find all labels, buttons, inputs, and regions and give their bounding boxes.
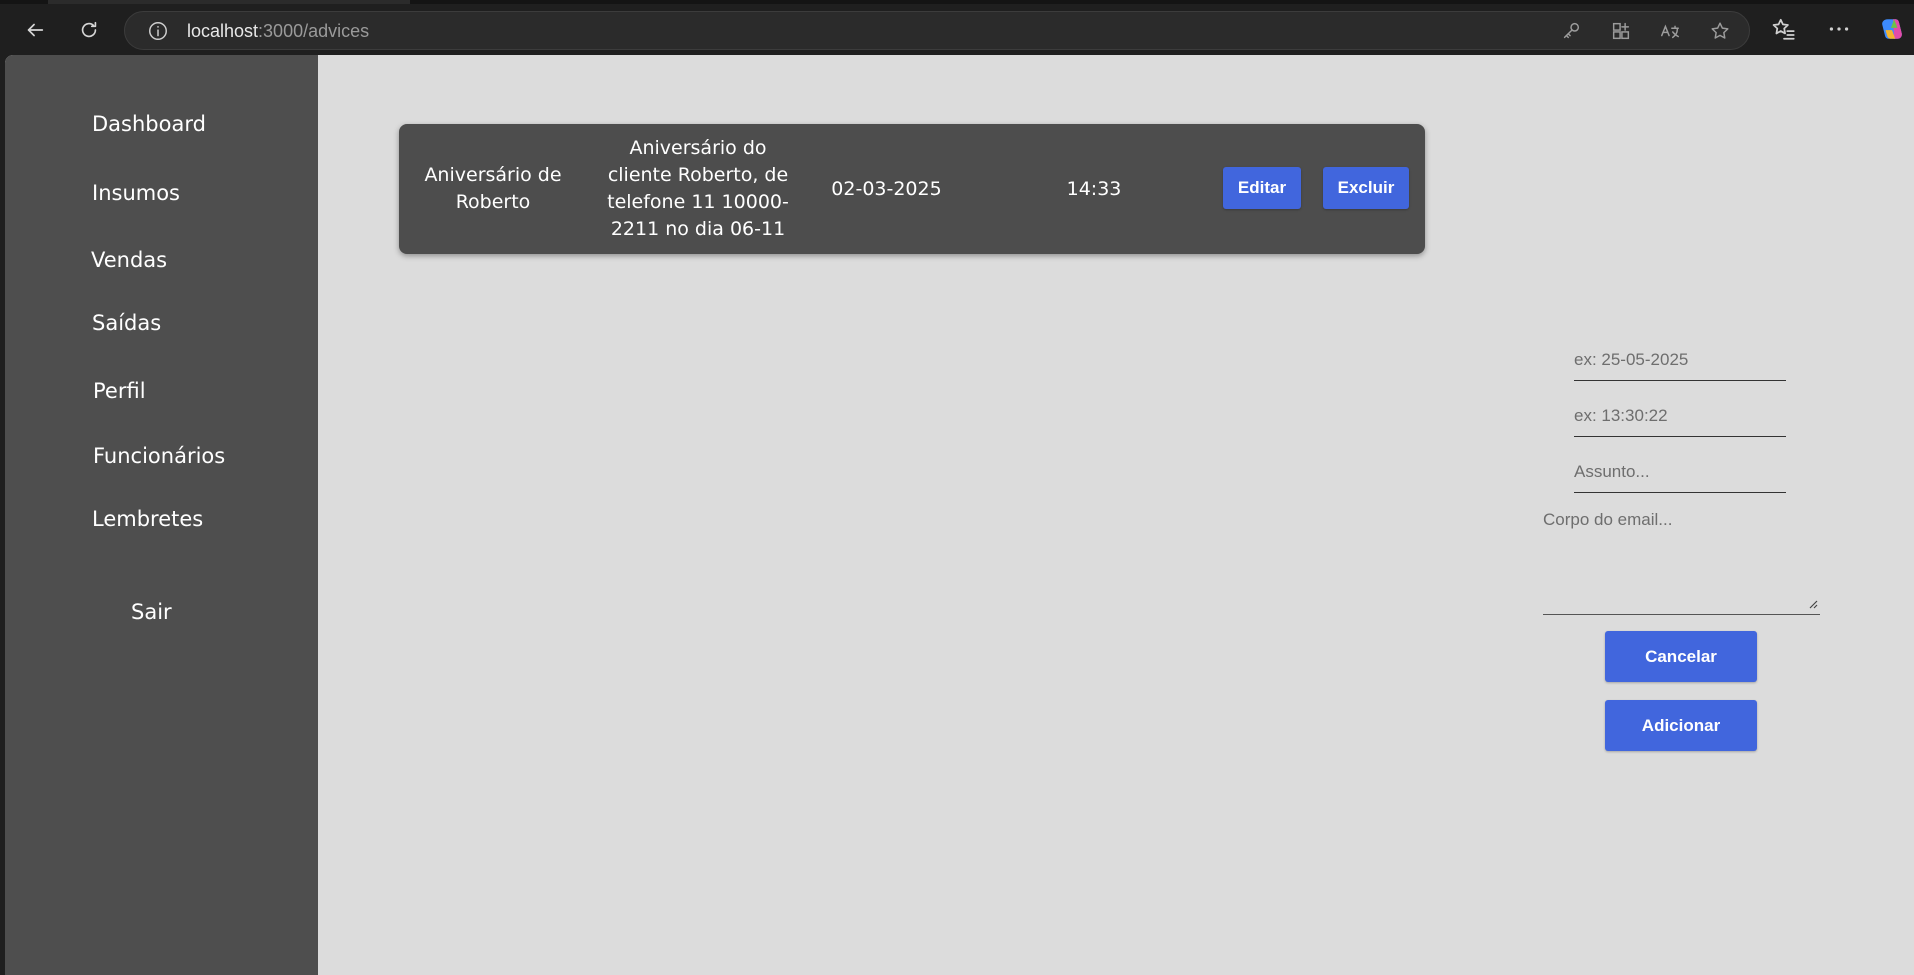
sidebar-item-dashboard[interactable]: Dashboard <box>92 112 206 136</box>
date-input[interactable] <box>1574 345 1786 381</box>
reminder-time: 14:33 <box>1066 177 1122 200</box>
url-text[interactable]: localhost:3000/advices <box>187 21 369 42</box>
subject-input[interactable] <box>1574 457 1786 493</box>
reminder-card: Aniversário de Roberto Aniversário do cl… <box>399 124 1425 254</box>
resize-grip-icon[interactable] <box>1808 599 1818 609</box>
read-aloud-icon[interactable] <box>1659 20 1681 42</box>
apps-icon[interactable] <box>1610 20 1632 42</box>
key-icon[interactable] <box>1560 20 1582 42</box>
url-path: :3000/advices <box>258 21 370 41</box>
edit-button[interactable]: Editar <box>1223 167 1301 209</box>
sidebar-item-perfil[interactable]: Perfil <box>93 379 146 403</box>
sidebar-item-lembretes[interactable]: Lembretes <box>92 507 203 531</box>
email-body-textarea[interactable] <box>1543 510 1820 615</box>
address-bar[interactable]: localhost:3000/advices <box>124 11 1750 50</box>
app-viewport: Dashboard Insumos Vendas Saídas Perfil F… <box>5 55 1914 975</box>
reminder-title: Aniversário de Roberto <box>424 164 562 213</box>
reminder-date: 02-03-2025 <box>831 177 942 200</box>
copilot-icon[interactable] <box>1879 16 1905 42</box>
tab-strip <box>0 0 1914 4</box>
sidebar-item-funcionarios[interactable]: Funcionários <box>93 444 225 468</box>
time-input[interactable] <box>1574 401 1786 437</box>
more-icon[interactable] <box>1826 16 1852 42</box>
delete-button[interactable]: Excluir <box>1323 167 1409 209</box>
sidebar-item-vendas[interactable]: Vendas <box>91 248 167 272</box>
back-arrow-icon[interactable] <box>17 12 53 48</box>
sidebar-item-insumos[interactable]: Insumos <box>92 181 180 205</box>
favorites-icon[interactable] <box>1771 16 1797 42</box>
refresh-icon[interactable] <box>71 12 107 48</box>
url-host: localhost <box>187 21 259 41</box>
logout-button[interactable]: Sair <box>131 600 172 624</box>
browser-toolbar: localhost:3000/advices <box>0 0 1914 55</box>
add-button[interactable]: Adicionar <box>1605 700 1757 751</box>
sidebar: Dashboard Insumos Vendas Saídas Perfil F… <box>5 55 318 975</box>
info-icon[interactable] <box>147 20 169 42</box>
active-tab[interactable] <box>48 0 410 4</box>
sidebar-item-saidas[interactable]: Saídas <box>92 311 161 335</box>
reminder-body: Aniversário do cliente Roberto, de telef… <box>607 137 789 240</box>
cancel-button[interactable]: Cancelar <box>1605 631 1757 682</box>
star-icon[interactable] <box>1709 20 1731 42</box>
